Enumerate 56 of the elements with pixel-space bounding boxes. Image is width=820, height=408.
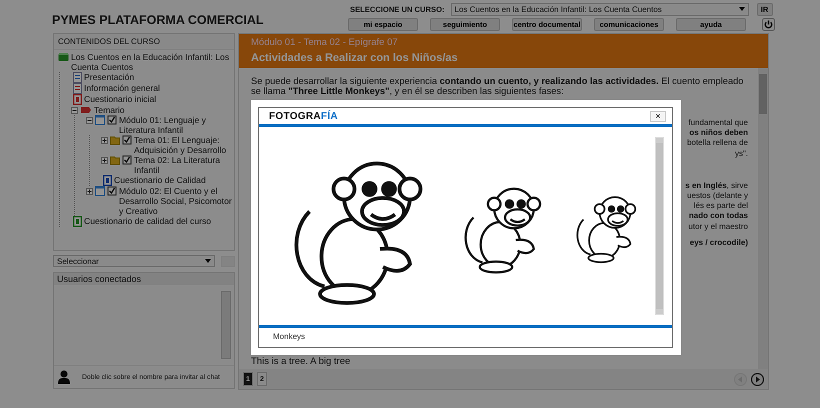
text-fragment: nado con todas bbox=[688, 211, 748, 222]
tree-item[interactable]: Módulo 02: El Cuento y el Desarrollo Social, Psicomotor y Creativo bbox=[119, 186, 232, 216]
breadcrumb: Módulo 01 - Tema 02 - Epígrafe 07 bbox=[251, 37, 399, 48]
app-title: PYMES PLATAFORMA COMERCIAL bbox=[52, 12, 265, 26]
person-icon bbox=[58, 370, 70, 384]
text-fragment: lés es parte del bbox=[694, 201, 748, 212]
course-select[interactable]: Los Cuentos en la Educación Infantil: Los Cuenta Cuentos bbox=[450, 2, 749, 16]
text-fragment: botella rellena de bbox=[687, 138, 748, 149]
tree-item[interactable]: Presentación bbox=[84, 72, 232, 82]
tree-item[interactable]: Tema 01: El Lenguaje: Adquisición y Desarrollo bbox=[134, 135, 232, 155]
numbered-sheet-icon bbox=[73, 216, 82, 227]
tree-item[interactable]: Cuestionario de calidad del curso bbox=[84, 216, 232, 226]
logo: FOTOGRAFÍA bbox=[269, 110, 338, 122]
tree-item[interactable]: Cuestionario de Calidad bbox=[114, 175, 232, 185]
scrollbar[interactable] bbox=[221, 291, 231, 359]
scrollbar[interactable] bbox=[655, 137, 664, 315]
expand-icon[interactable] bbox=[101, 137, 108, 144]
text-fragment: utor y el maestro bbox=[688, 222, 748, 232]
text-fragment: uestos (delante y bbox=[687, 191, 748, 202]
tree-item[interactable]: Tema 02: La Literatura Infantil bbox=[134, 155, 232, 175]
text-fragment: s en Inglés, sirve bbox=[685, 180, 748, 192]
lesson-paragraph: Se puede desarrollar la siguiente experiencia contando un cuento, y realizando las actividades. El cuento empleado se llama "Three Little Monkeys", y en él se describen las siguientes fases: bbox=[251, 76, 744, 96]
folder-checkbox-icon bbox=[110, 135, 132, 145]
window-checkbox-icon bbox=[95, 115, 117, 125]
window-checkbox-icon bbox=[95, 186, 117, 196]
lesson-paragraph: This is a tree. A big tree bbox=[251, 356, 352, 367]
scrollbar[interactable] bbox=[758, 68, 768, 369]
tree-item[interactable]: Módulo 01: Lenguaje y Literatura Infantil bbox=[119, 115, 232, 135]
collapse-icon[interactable] bbox=[86, 117, 93, 124]
numbered-sheet-icon bbox=[103, 175, 112, 186]
text-fragment: ys". bbox=[734, 148, 748, 159]
collapse-icon[interactable] bbox=[71, 107, 78, 114]
text-fragment: fundamental que bbox=[688, 118, 748, 128]
folder-checkbox-icon bbox=[110, 155, 132, 165]
numbered-sheet-icon bbox=[73, 94, 82, 105]
expand-icon[interactable] bbox=[86, 188, 93, 195]
image-caption: Monkeys bbox=[272, 331, 306, 343]
tree-item[interactable]: Temario bbox=[94, 105, 232, 115]
caret-icon bbox=[738, 7, 745, 11]
next-icon[interactable] bbox=[751, 372, 764, 386]
tree-item[interactable]: Información general bbox=[84, 83, 232, 93]
text-fragment: eys / crocodile) bbox=[690, 238, 748, 248]
lesson-title: Actividades a Realizar con los Niños/as bbox=[251, 52, 459, 64]
panel-title: Usuarios conectados bbox=[54, 273, 234, 285]
tree-item[interactable]: Cuestionario inicial bbox=[84, 94, 232, 104]
document-icon bbox=[73, 83, 82, 94]
power-icon[interactable] bbox=[762, 18, 775, 30]
caret-icon bbox=[205, 259, 211, 263]
document-icon bbox=[73, 72, 82, 83]
filter-select[interactable]: Seleccionar bbox=[53, 255, 215, 267]
bookmark-icon bbox=[80, 105, 92, 115]
tree-item[interactable]: Los Cuentos en la Educación Infantil: Los Cuenta Cuentos bbox=[71, 52, 232, 72]
book-stack-icon bbox=[58, 52, 69, 62]
expand-icon[interactable] bbox=[101, 157, 108, 164]
close-button[interactable]: × bbox=[650, 110, 666, 122]
text-fragment: os niños deben bbox=[689, 128, 748, 138]
